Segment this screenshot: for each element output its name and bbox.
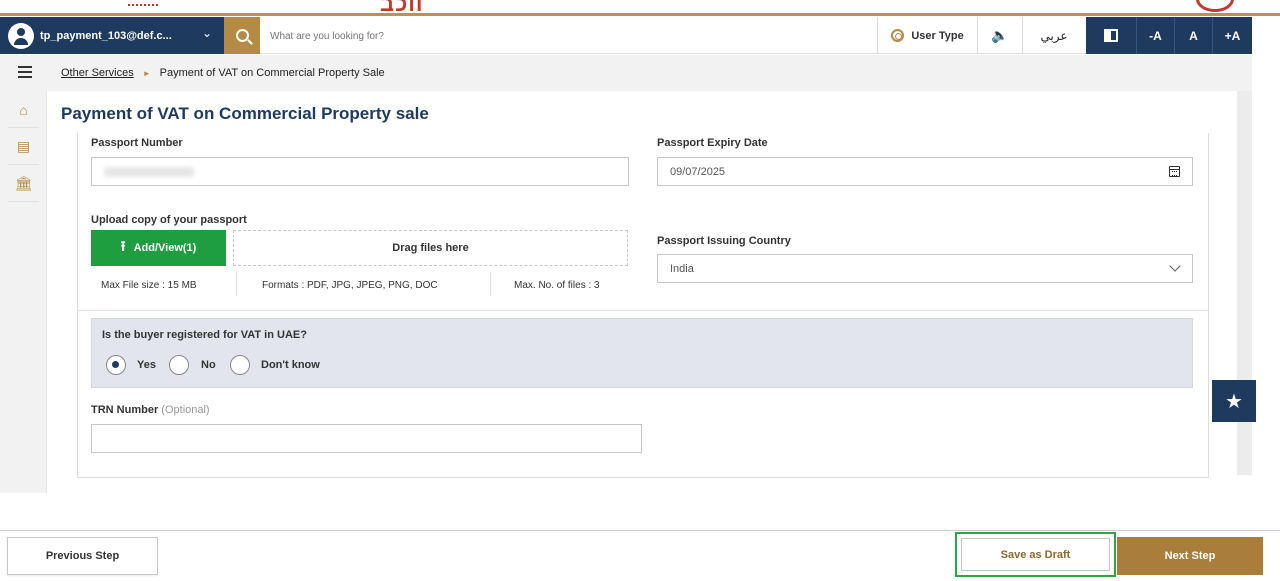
passport-expiry-value: 09/07/2025 [670,165,726,178]
font-decrease-button[interactable]: -A [1136,17,1174,54]
top-toolbar: tp_payment_103@def.c... ⌄ User Type 🔈 عر… [0,17,1252,54]
sidebar-item-clipboard[interactable]: ▤ [0,128,47,165]
sidebar-item-home[interactable]: ⌂ [0,91,47,128]
language-toggle[interactable]: عربي [1022,17,1085,54]
trn-label: TRN Number (Optional) [91,404,210,416]
hamburger-menu-icon[interactable] [18,66,32,78]
upload-icon: ⭱ [120,238,126,254]
user-type-button[interactable]: User Type [877,17,977,54]
calendar-icon[interactable] [1169,166,1180,177]
trn-optional-tag: (Optional) [161,404,210,416]
font-reset-button[interactable]: A [1174,17,1212,54]
home-icon: ⌂ [19,101,28,118]
redacted-value [104,166,194,177]
passport-expiry-label: Passport Expiry Date [657,137,768,149]
issuing-country-select[interactable]: India [657,254,1193,283]
radio-dont-know[interactable] [230,355,250,375]
user-avatar-icon [8,22,34,49]
save-as-draft-button[interactable]: Save as Draft [955,532,1116,577]
breadcrumb-current: Payment of VAT on Commercial Property Sa… [159,67,385,79]
user-name: tp_payment_103@def.c... [40,29,172,42]
breadcrumb-arrow-icon: ► [142,68,151,78]
add-view-button[interactable]: ⭱ Add/View(1) [91,230,226,266]
speaker-button[interactable]: 🔈 [977,17,1022,54]
file-formats: Formats : PDF, JPG, JPEG, PNG, DOC [262,280,438,291]
trn-number-field[interactable] [91,424,642,453]
left-sidebar: ⌂ ▤ 🏛 [0,91,47,493]
breadcrumb-bar: Other Services ► Payment of VAT on Comme… [0,55,1252,91]
passport-expiry-field[interactable]: 09/07/2025 [657,157,1193,186]
max-files: Max. No. of files : 3 [514,280,600,291]
chevron-down-icon [1169,260,1181,272]
chevron-down-icon: ⌄ [202,26,213,40]
emblem-fragment-right [1196,0,1234,12]
speaker-icon: 🔈 [991,27,1009,43]
max-file-size: Max File size : 15 MB [101,280,197,291]
clipboard-icon: ▤ [16,138,31,154]
previous-step-button[interactable]: Previous Step [7,537,158,575]
radio-yes[interactable] [106,355,126,375]
breadcrumb-link-other-services[interactable]: Other Services [61,67,134,79]
issuing-country-value: India [670,262,694,275]
logo-fragment: ווכב [380,0,424,16]
radio-dont-know-label[interactable]: Don't know [261,359,320,371]
passport-number-field[interactable] [91,157,629,186]
issuing-country-label: Passport Issuing Country [657,235,791,247]
top-header-strip: ווכב [0,0,1280,16]
radio-yes-label[interactable]: Yes [137,359,156,371]
search-icon [235,29,249,42]
sidebar-item-bank[interactable]: 🏛 [0,165,47,202]
trn-label-text: TRN Number [91,404,159,416]
passport-number-label: Passport Number [91,137,183,149]
file-drop-zone[interactable]: Drag files here [233,230,628,266]
divider [236,272,237,296]
favorite-star-button[interactable]: ★ [1212,380,1256,422]
emblem-fragment-left [128,0,158,6]
contrast-toggle[interactable] [1086,17,1136,54]
star-icon: ★ [1225,390,1243,413]
contrast-icon [1104,29,1118,42]
font-increase-button[interactable]: +A [1212,17,1252,54]
search-button[interactable] [224,17,260,54]
bank-icon: 🏛 [14,175,33,191]
vat-question: Is the buyer registered for VAT in UAE? [102,329,307,341]
user-type-label: User Type [911,29,964,42]
breadcrumb: Other Services ► Payment of VAT on Comme… [61,67,385,79]
next-step-button[interactable]: Next Step [1117,537,1263,575]
vat-registration-panel: Is the buyer registered for VAT in UAE? … [91,318,1193,388]
user-menu[interactable]: tp_payment_103@def.c... ⌄ [0,17,224,54]
radio-no-label[interactable]: No [201,359,216,371]
upload-label: Upload copy of your passport [91,214,247,226]
section-divider [77,310,1209,311]
search-input[interactable] [270,26,830,46]
save-as-draft-label: Save as Draft [961,538,1110,571]
gear-icon [891,29,905,42]
page-title: Payment of VAT on Commercial Property sa… [61,104,429,123]
divider [490,272,491,296]
add-view-label: Add/View(1) [133,242,197,254]
radio-no[interactable] [169,355,189,375]
